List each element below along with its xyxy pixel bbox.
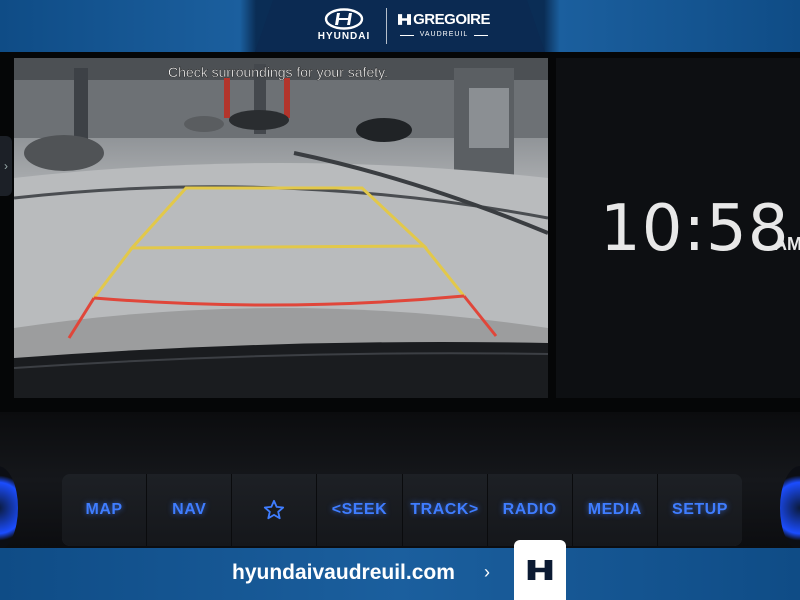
hyundai-wordmark: HYUNDAI bbox=[317, 31, 371, 42]
hyundai-emblem-icon bbox=[324, 8, 364, 30]
clock-time: 10:58 bbox=[600, 192, 790, 266]
hyundai-logo: HYUNDAI bbox=[312, 8, 376, 42]
media-button[interactable]: MEDIA bbox=[572, 474, 658, 546]
gregoire-logo: GREGOIRE VAUDREUIL bbox=[398, 11, 490, 38]
brand-divider bbox=[386, 8, 387, 44]
map-button[interactable]: MAP bbox=[62, 474, 148, 546]
gregoire-h-icon bbox=[527, 560, 553, 580]
nav-button[interactable]: NAV bbox=[147, 474, 233, 546]
dealer-name: GREGOIRE bbox=[413, 11, 490, 28]
side-panel-tab[interactable]: › bbox=[0, 136, 12, 196]
hard-button-bar: MAP NAV <SEEK TRACK> RADIO MEDIA SETUP bbox=[62, 474, 742, 546]
favorite-button[interactable] bbox=[232, 474, 318, 546]
safety-warning-text: Check surroundings for your safety. bbox=[168, 64, 388, 80]
seek-back-button[interactable]: <SEEK bbox=[317, 474, 403, 546]
dealer-website-link[interactable]: hyundaivaudreuil.com bbox=[232, 561, 455, 585]
setup-button[interactable]: SETUP bbox=[657, 474, 742, 546]
track-forward-button[interactable]: TRACK> bbox=[402, 474, 488, 546]
clock-ampm: AM bbox=[774, 234, 800, 254]
camera-scene: Check surroundings for your safety. bbox=[14, 58, 548, 398]
arrow-right-icon: › bbox=[484, 562, 490, 582]
rear-camera-view: Check surroundings for your safety. bbox=[14, 58, 548, 398]
gregoire-h-icon bbox=[398, 14, 412, 25]
radio-button[interactable]: RADIO bbox=[487, 474, 573, 546]
dealer-location: VAUDREUIL bbox=[398, 31, 490, 38]
phone-icon bbox=[514, 540, 566, 600]
star-icon bbox=[264, 499, 285, 520]
chevron-right-icon: › bbox=[4, 159, 8, 173]
